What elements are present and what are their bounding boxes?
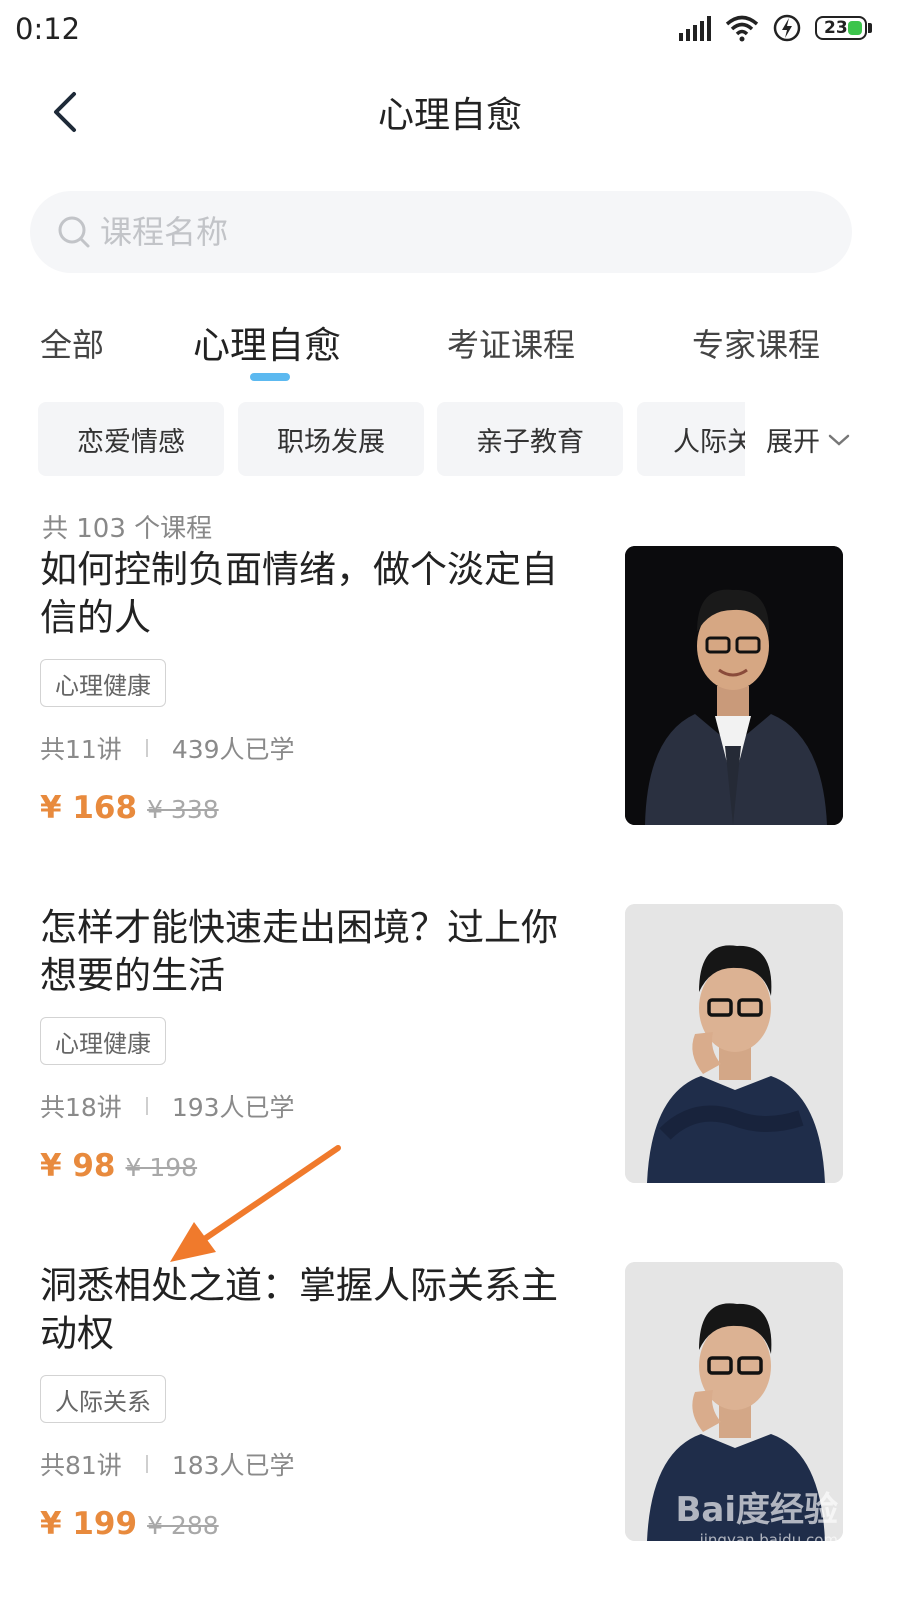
current-price: ¥ 168 [40, 790, 138, 826]
tab-all[interactable]: 全部 [40, 320, 104, 366]
course-tag: 心理健康 [40, 659, 166, 707]
page-title: 心理自愈 [377, 95, 522, 136]
tab-expert[interactable]: 专家课程 [692, 320, 820, 366]
battery-level: 23 [824, 18, 848, 38]
wifi-icon [725, 15, 759, 42]
chip-love[interactable]: 恋爱情感 [38, 402, 224, 476]
instructor-photo [625, 904, 843, 1183]
tab-certification[interactable]: 考证课程 [447, 320, 575, 366]
course-card[interactable]: 怎样才能快速走出困境？过上你想要的生活 心理健康 共18讲 193人已学 ¥ 9… [0, 904, 900, 1194]
course-meta: 共81讲 183人已学 [40, 1446, 295, 1482]
course-title: 洞悉相处之道：掌握人际关系主动权 [40, 1264, 558, 1355]
filter-chips: 恋爱情感 职场发展 亲子教育 人际关系 [38, 402, 745, 476]
course-title: 怎样才能快速走出困境？过上你想要的生活 [40, 906, 558, 997]
current-price: ¥ 98 [40, 1148, 116, 1184]
category-tabs: 全部 心理自愈 考证课程 专家课程 [0, 312, 900, 382]
chip-parenting[interactable]: 亲子教育 [437, 402, 623, 476]
course-tag: 心理健康 [40, 1017, 166, 1065]
battery-icon: 23 [815, 16, 867, 40]
course-card[interactable]: 如何控制负面情绪，做个淡定自信的人 心理健康 共11讲 439人已学 ¥ 168… [0, 546, 900, 836]
original-price: ¥ 288 [147, 1511, 219, 1540]
active-tab-indicator [250, 373, 290, 381]
course-title: 如何控制负面情绪，做个淡定自信的人 [40, 548, 558, 639]
lesson-count: 共11讲 [40, 735, 122, 764]
learner-count: 439人已学 [171, 735, 295, 764]
learner-count: 183人已学 [171, 1451, 295, 1480]
chevron-down-icon [828, 434, 850, 446]
chip-relationships[interactable]: 人际关系 [637, 402, 745, 476]
watermark-url: jingyan.baidu.com [699, 1531, 838, 1549]
signal-icon [679, 15, 711, 41]
status-time: 0:12 [15, 12, 81, 46]
course-thumbnail [625, 546, 843, 825]
course-thumbnail [625, 904, 843, 1183]
status-icons: 23 [679, 14, 872, 42]
course-tag: 人际关系 [40, 1375, 166, 1423]
status-bar: 0:12 23 [0, 0, 900, 62]
tab-psych-healing[interactable]: 心理自愈 [193, 315, 341, 369]
search-icon [58, 216, 90, 248]
search-input[interactable] [100, 213, 800, 251]
course-meta: 共18讲 193人已学 [40, 1088, 295, 1124]
lesson-count: 共81讲 [40, 1451, 122, 1480]
expand-button[interactable]: 展开 [766, 420, 850, 459]
instructor-photo [625, 546, 843, 825]
watermark: Bai度经验 jingyan.baidu.com [675, 1482, 838, 1549]
watermark-logo: Bai度经验 [675, 1490, 838, 1530]
charging-icon [773, 14, 801, 42]
lesson-count: 共18讲 [40, 1093, 122, 1122]
chip-career[interactable]: 职场发展 [238, 402, 424, 476]
original-price: ¥ 338 [147, 795, 219, 824]
course-price: ¥ 199 ¥ 288 [40, 1506, 219, 1542]
course-count: 共 103 个课程 [42, 514, 213, 544]
expand-label: 展开 [766, 427, 820, 458]
learner-count: 193人已学 [171, 1093, 295, 1122]
current-price: ¥ 199 [40, 1506, 138, 1542]
course-meta: 共11讲 439人已学 [40, 730, 295, 766]
annotation-arrow-icon [170, 1145, 341, 1262]
search-box[interactable] [30, 191, 852, 273]
course-price: ¥ 168 ¥ 338 [40, 790, 219, 826]
